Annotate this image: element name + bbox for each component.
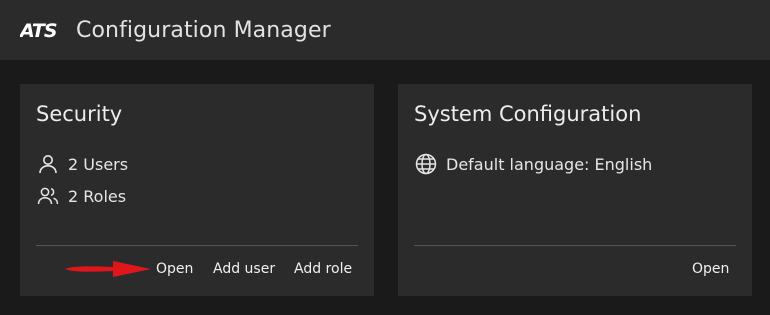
system-card-title: System Configuration [414, 102, 642, 126]
roles-count-row: 2 Roles [36, 184, 126, 208]
users-icon [36, 184, 60, 208]
users-count-row: 2 Users [36, 152, 128, 176]
add-user-button[interactable]: Add user [213, 261, 275, 277]
app-header: ATS Configuration Manager [0, 0, 770, 60]
roles-count: 2 Roles [68, 186, 127, 206]
default-language-row: Default language: English [414, 152, 652, 176]
users-count: 2 Users [68, 154, 129, 174]
add-role-button[interactable]: Add role [294, 261, 352, 277]
system-open-button[interactable]: Open [692, 261, 729, 277]
security-card-title: Security [36, 102, 123, 126]
red-arrow-annotation [65, 261, 151, 277]
default-language: Default language: English [446, 154, 653, 174]
user-icon [36, 152, 60, 176]
security-card-divider [36, 245, 358, 246]
svg-text:ATS: ATS [20, 20, 57, 41]
globe-icon [414, 152, 438, 176]
app-title: Configuration Manager [76, 17, 331, 43]
security-open-button[interactable]: Open [156, 261, 193, 277]
system-card-divider [414, 245, 736, 246]
system-configuration-card: System Configuration Default language: E… [398, 84, 752, 296]
ats-logo: ATS [20, 19, 64, 41]
